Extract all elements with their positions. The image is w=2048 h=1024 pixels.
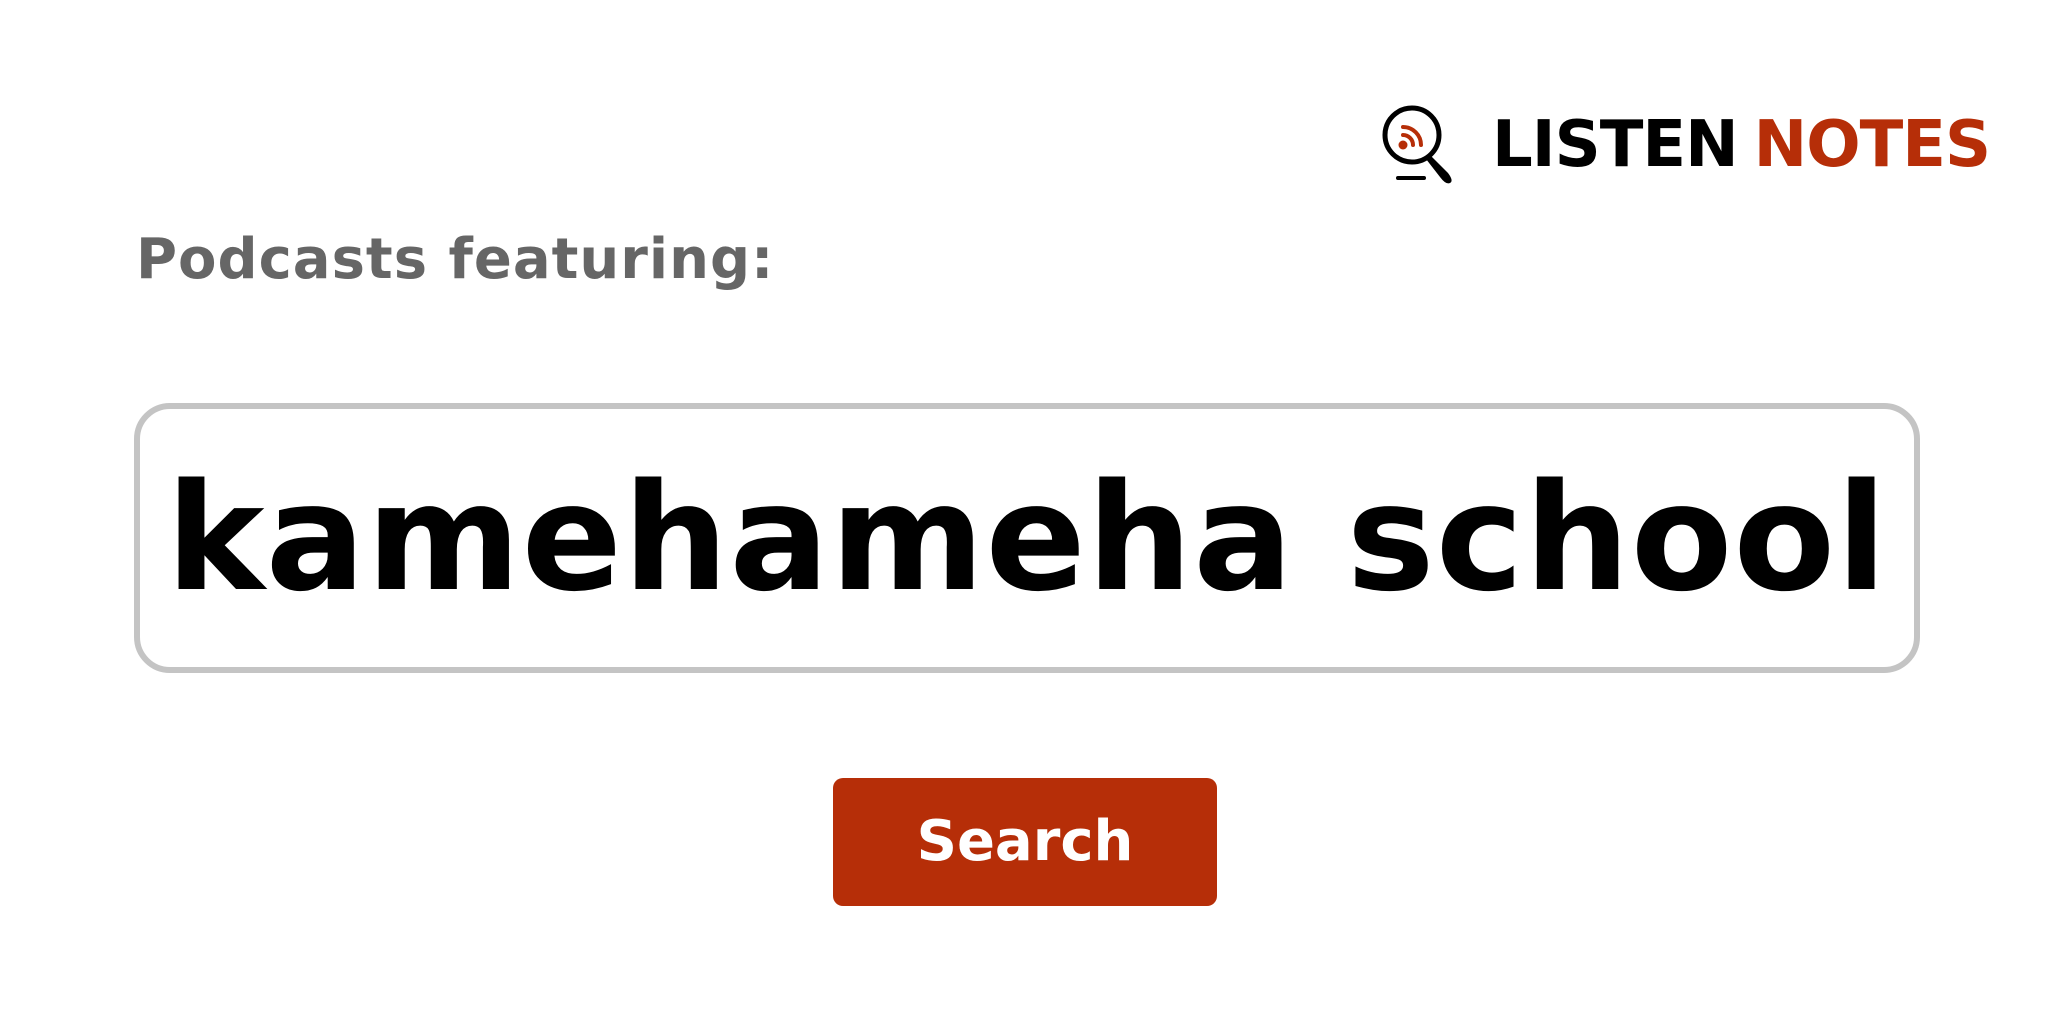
search-input[interactable]: kamehameha school [134, 403, 1920, 673]
logo-word-listen: LISTEN [1492, 108, 1739, 182]
podcast-search-icon [1382, 105, 1452, 184]
logo-word-notes: NOTES [1753, 108, 1991, 182]
search-input-value: kamehameha school [166, 452, 1888, 624]
search-button-label: Search [916, 809, 1134, 874]
listen-notes-logo: LISTEN NOTES [1380, 100, 1991, 190]
page-heading: Podcasts featuring: [136, 227, 775, 292]
logo-wordmark: LISTEN NOTES [1492, 113, 1991, 177]
search-button[interactable]: Search [833, 778, 1217, 906]
